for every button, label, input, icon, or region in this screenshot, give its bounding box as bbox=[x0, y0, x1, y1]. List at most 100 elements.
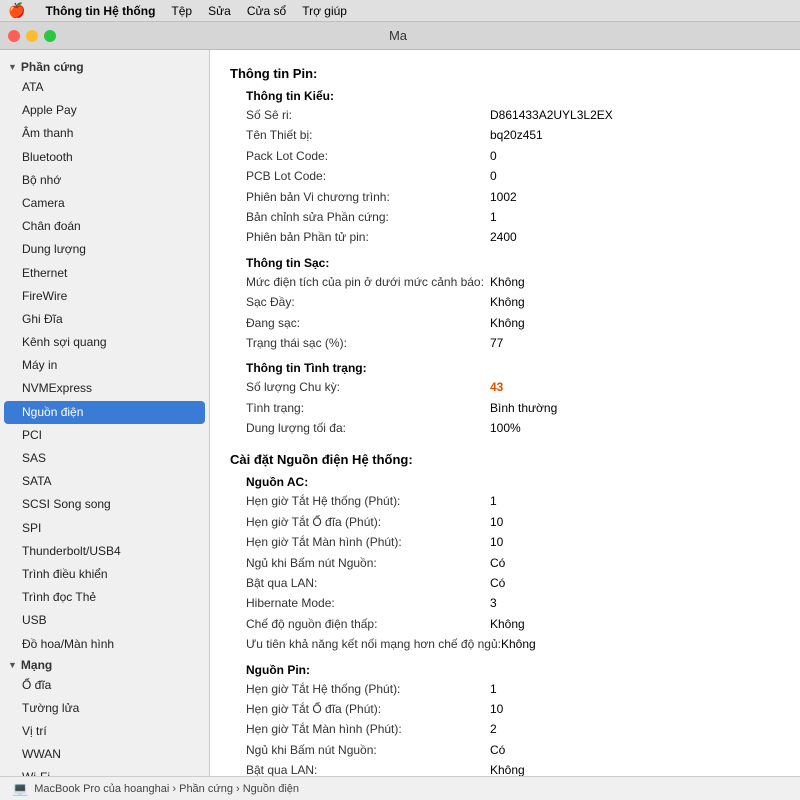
chevron-icon: ▼ bbox=[8, 660, 17, 670]
table-row: Hẹn giờ Tắt Hệ thống (Phút):1 bbox=[230, 679, 780, 699]
table-row: Phiên bản Phần tử pin:2400 bbox=[230, 227, 780, 247]
sidebar-item-bluetooth[interactable]: Bluetooth bbox=[0, 146, 209, 169]
sidebar-item-scsi-song-song[interactable]: SCSI Song song bbox=[0, 493, 209, 516]
menu-edit[interactable]: Sửa bbox=[208, 4, 231, 18]
sidebar-item-vị-trí[interactable]: Vị trí bbox=[0, 720, 209, 743]
table-row: Hẹn giờ Tắt Màn hình (Phút):2 bbox=[230, 719, 780, 739]
table-row: Hẹn giờ Tắt Hệ thống (Phút):1 bbox=[230, 491, 780, 511]
info-table: Số Sê ri:D861433A2UYL3L2EXTên Thiết bị:b… bbox=[230, 105, 780, 248]
sidebar-item-sas[interactable]: SAS bbox=[0, 447, 209, 470]
info-table: Mức điện tích của pin ở dưới mức cảnh bá… bbox=[230, 272, 780, 354]
sidebar-item-ethernet[interactable]: Ethernet bbox=[0, 262, 209, 285]
info-label: Hẹn giờ Tắt Màn hình (Phút): bbox=[230, 532, 490, 552]
minimize-button[interactable] bbox=[26, 30, 38, 42]
info-value: 3 bbox=[490, 593, 497, 613]
sidebar-item-wi-fi[interactable]: Wi-Fi bbox=[0, 766, 209, 776]
sidebar-item-wwan[interactable]: WWAN bbox=[0, 743, 209, 766]
info-value: Có bbox=[490, 573, 505, 593]
sidebar-item-dung-lượng[interactable]: Dung lượng bbox=[0, 238, 209, 261]
table-row: Bật qua LAN:Có bbox=[230, 573, 780, 593]
table-row: Mức điện tích của pin ở dưới mức cảnh bá… bbox=[230, 272, 780, 292]
sidebar-item-chân-đoán[interactable]: Chân đoán bbox=[0, 215, 209, 238]
info-value: 100% bbox=[490, 418, 521, 438]
info-label: Ưu tiên khả năng kết nối mạng hơn chế độ… bbox=[230, 634, 501, 654]
info-label: Hẹn giờ Tắt Ổ đĩa (Phút): bbox=[230, 699, 490, 719]
info-value: 10 bbox=[490, 699, 503, 719]
maximize-button[interactable] bbox=[44, 30, 56, 42]
table-row: Ngủ khi Bấm nút Nguồn:Có bbox=[230, 740, 780, 760]
main-window: Ma ▼Phần cứngATAApple PayÂm thanhBluetoo… bbox=[0, 22, 800, 800]
info-value: Không bbox=[501, 634, 536, 654]
info-label: Pack Lot Code: bbox=[230, 146, 490, 166]
info-value: 1 bbox=[490, 679, 497, 699]
sidebar-section-0[interactable]: ▼Phần cứng bbox=[0, 58, 209, 76]
info-label: Hẹn giờ Tắt Hệ thống (Phút): bbox=[230, 679, 490, 699]
info-label: Chế độ nguồn điện thấp: bbox=[230, 614, 490, 634]
sidebar-item-máy-in[interactable]: Máy in bbox=[0, 354, 209, 377]
sidebar-item-âm-thanh[interactable]: Âm thanh bbox=[0, 122, 209, 145]
table-row: Đang sạc:Không bbox=[230, 313, 780, 333]
sidebar-item-nvmexpress[interactable]: NVMExpress bbox=[0, 377, 209, 400]
sidebar-item-ghi-đĩa[interactable]: Ghi Đĩa bbox=[0, 308, 209, 331]
apple-menu[interactable]: 🍎 bbox=[8, 2, 25, 19]
table-row: Bật qua LAN:Không bbox=[230, 760, 780, 776]
subsection-title: Nguồn AC: bbox=[230, 475, 780, 489]
table-row: Ưu tiên khả năng kết nối mạng hơn chế độ… bbox=[230, 634, 780, 654]
sidebar-item-ata[interactable]: ATA bbox=[0, 76, 209, 99]
sidebar-item-đồ-hoa/màn-hình[interactable]: Đồ hoa/Màn hình bbox=[0, 633, 209, 656]
table-row: PCB Lot Code:0 bbox=[230, 166, 780, 186]
sidebar-item-firewire[interactable]: FireWire bbox=[0, 285, 209, 308]
main-panel: Thông tin Pin:Thông tin Kiểu:Số Sê ri:D8… bbox=[210, 50, 800, 776]
sidebar-item-spi[interactable]: SPI bbox=[0, 517, 209, 540]
menu-help[interactable]: Trợ giúp bbox=[302, 4, 347, 18]
info-value: 0 bbox=[490, 146, 497, 166]
table-row: Tên Thiết bị:bq20z451 bbox=[230, 125, 780, 145]
sidebar-item-kênh-sợi-quang[interactable]: Kênh sợi quang bbox=[0, 331, 209, 354]
table-row: Sạc Đầy:Không bbox=[230, 292, 780, 312]
sidebar-item-trình-đọc-thẻ[interactable]: Trình đọc Thẻ bbox=[0, 586, 209, 609]
info-label: Ngủ khi Bấm nút Nguồn: bbox=[230, 740, 490, 760]
menu-file[interactable]: Tệp bbox=[171, 4, 192, 18]
sidebar-item-thunderbolt/usb4[interactable]: Thunderbolt/USB4 bbox=[0, 540, 209, 563]
info-value: Không bbox=[490, 292, 525, 312]
info-label: Hẹn giờ Tắt Màn hình (Phút): bbox=[230, 719, 490, 739]
computer-icon: 💻 bbox=[12, 781, 28, 797]
sidebar-item-sata[interactable]: SATA bbox=[0, 470, 209, 493]
info-label: Số Sê ri: bbox=[230, 105, 490, 125]
sidebar-item-bộ-nhớ[interactable]: Bộ nhớ bbox=[0, 169, 209, 192]
info-value: Không bbox=[490, 614, 525, 634]
subsection-title: Thông tin Tình trạng: bbox=[230, 361, 780, 375]
table-row: Hẹn giờ Tắt Ổ đĩa (Phút):10 bbox=[230, 512, 780, 532]
sidebar-item-apple-pay[interactable]: Apple Pay bbox=[0, 99, 209, 122]
info-value: 1 bbox=[490, 491, 497, 511]
sidebar-section-1[interactable]: ▼Mạng bbox=[0, 656, 209, 674]
sidebar-item-usb[interactable]: USB bbox=[0, 609, 209, 632]
info-value: D861433A2UYL3L2EX bbox=[490, 105, 613, 125]
sidebar-item-tường-lửa[interactable]: Tường lửa bbox=[0, 697, 209, 720]
sidebar-item-trình-điều-khiển[interactable]: Trình điều khiển bbox=[0, 563, 209, 586]
section-title: Thông tin Pin: bbox=[230, 66, 780, 81]
info-label: Phiên bản Phần tử pin: bbox=[230, 227, 490, 247]
breadcrumb-text: MacBook Pro của hoanghai › Phần cứng › N… bbox=[34, 783, 299, 795]
menubar: 🍎 Thông tin Hệ thống Tệp Sửa Cửa sổ Trợ … bbox=[0, 0, 800, 22]
sidebar-item-camera[interactable]: Camera bbox=[0, 192, 209, 215]
info-value: 10 bbox=[490, 512, 503, 532]
info-label: Số lượng Chu kỳ: bbox=[230, 377, 490, 397]
sidebar-item-pci[interactable]: PCI bbox=[0, 424, 209, 447]
close-button[interactable] bbox=[8, 30, 20, 42]
subsection-title: Thông tin Sạc: bbox=[230, 256, 780, 270]
window-title: Ma bbox=[64, 28, 732, 43]
sidebar-item-ổ-đĩa[interactable]: Ổ đĩa bbox=[0, 674, 209, 697]
table-row: Hẹn giờ Tắt Ổ đĩa (Phút):10 bbox=[230, 699, 780, 719]
info-value: 0 bbox=[490, 166, 497, 186]
sidebar: ▼Phần cứngATAApple PayÂm thanhBluetoothB… bbox=[0, 50, 210, 776]
table-row: Chế độ nguồn điện thấp:Không bbox=[230, 614, 780, 634]
app-title: Thông tin Hệ thống bbox=[45, 4, 155, 18]
info-value: 2400 bbox=[490, 227, 517, 247]
info-table: Hẹn giờ Tắt Hệ thống (Phút):1Hẹn giờ Tắt… bbox=[230, 491, 780, 654]
info-value: Bình thường bbox=[490, 398, 557, 418]
sidebar-item-nguồn-điện[interactable]: Nguồn điện bbox=[4, 401, 205, 424]
info-label: Đang sạc: bbox=[230, 313, 490, 333]
titlebar: Ma bbox=[0, 22, 800, 50]
menu-window[interactable]: Cửa sổ bbox=[247, 4, 286, 18]
